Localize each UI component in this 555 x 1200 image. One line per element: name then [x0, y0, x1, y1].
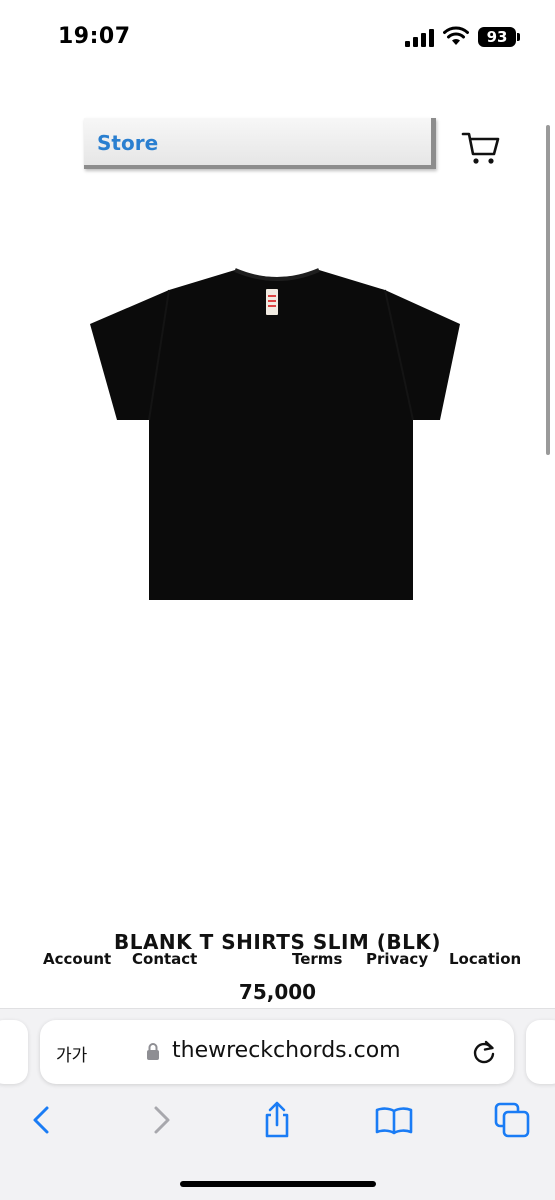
store-nav-button[interactable]: Store — [84, 118, 436, 169]
page-scrollbar[interactable] — [546, 125, 550, 455]
lock-icon — [147, 1043, 159, 1060]
black-tshirt-image[interactable] — [85, 262, 470, 608]
back-icon[interactable] — [22, 1100, 62, 1140]
footer-link-account[interactable]: Account — [43, 950, 111, 968]
bookmarks-icon[interactable] — [374, 1100, 414, 1140]
url-text[interactable]: thewreckchords.com — [172, 1038, 401, 1063]
next-tab-preview[interactable] — [526, 1020, 555, 1084]
product-price: 75,000 — [238, 980, 317, 1004]
share-icon[interactable] — [257, 1100, 297, 1140]
footer-link-contact[interactable]: Contact — [132, 950, 197, 968]
reload-icon[interactable] — [470, 1038, 498, 1066]
text-size-button[interactable]: 가가 — [56, 1041, 87, 1066]
cart-icon[interactable] — [461, 130, 501, 166]
wifi-icon — [443, 26, 469, 45]
status-bar: 19:07 93 — [0, 0, 555, 72]
forward-icon[interactable] — [141, 1100, 181, 1140]
footer-link-terms[interactable]: Terms — [292, 950, 342, 968]
home-indicator[interactable] — [180, 1181, 376, 1187]
battery-cap — [517, 33, 520, 41]
battery-icon: 93 — [478, 27, 516, 47]
tabs-icon[interactable] — [492, 1100, 532, 1140]
status-time: 19:07 — [58, 24, 131, 49]
footer-link-location[interactable]: Location — [449, 950, 521, 968]
previous-tab-preview[interactable] — [0, 1020, 28, 1084]
footer-link-privacy[interactable]: Privacy — [366, 950, 428, 968]
store-label: Store — [97, 131, 159, 155]
address-bar[interactable]: 가가 thewreckchords.com — [40, 1020, 514, 1084]
signal-icon — [405, 29, 434, 47]
